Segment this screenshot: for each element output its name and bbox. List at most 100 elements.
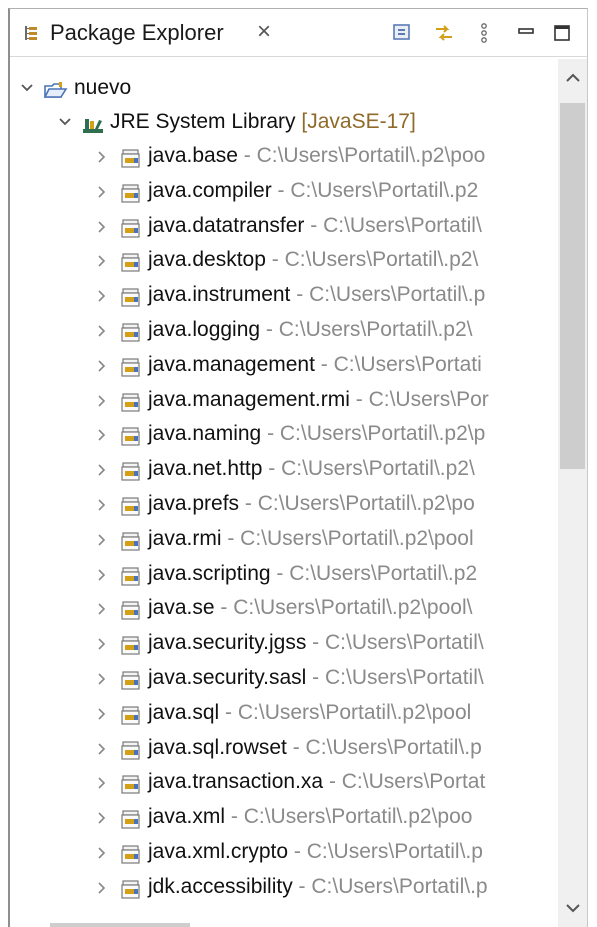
- tree-item-module[interactable]: java.management - C:\Users\Portati: [10, 348, 558, 382]
- chevron-right-icon[interactable]: [94, 696, 110, 730]
- tree-item-module[interactable]: java.sql - C:\Users\Portatil\.p2\pool: [10, 696, 558, 730]
- chevron-right-icon[interactable]: [94, 557, 110, 591]
- tree-item-module[interactable]: java.desktop - C:\Users\Portatil\.p2\: [10, 243, 558, 277]
- jar-module-icon: [120, 738, 142, 760]
- tree-item-module[interactable]: java.transaction.xa - C:\Users\Portat: [10, 765, 558, 799]
- tree-item-module[interactable]: java.se - C:\Users\Portatil\.p2\pool\: [10, 591, 558, 625]
- tree-item-module[interactable]: java.security.sasl - C:\Users\Portatil\: [10, 661, 558, 695]
- chevron-right-icon[interactable]: [94, 870, 110, 904]
- tree-item-module[interactable]: java.logging - C:\Users\Portatil\.p2\: [10, 313, 558, 347]
- view-menu-icon[interactable]: [472, 21, 496, 45]
- module-path: - C:\Users\Portatil\.p2\pool: [221, 526, 474, 550]
- tree-item-label: java.datatransfer - C:\Users\Portatil\: [148, 209, 482, 243]
- module-name: java.xml: [148, 805, 226, 829]
- chevron-down-icon[interactable]: [18, 71, 34, 105]
- tree-item-module[interactable]: java.sql.rowset - C:\Users\Portatil\.p: [10, 731, 558, 765]
- chevron-right-icon[interactable]: [94, 417, 110, 451]
- module-name: java.prefs: [148, 492, 240, 515]
- tree-item-module[interactable]: java.management.rmi - C:\Users\Por: [10, 383, 558, 417]
- tree-item-module[interactable]: java.xml - C:\Users\Portatil\.p2\poo: [10, 800, 558, 834]
- tree-item-module[interactable]: java.base - C:\Users\Portatil\.p2\poo: [10, 139, 558, 173]
- chevron-right-icon[interactable]: [94, 278, 110, 312]
- tree-item-project[interactable]: nuevo: [10, 71, 558, 105]
- chevron-right-icon[interactable]: [94, 209, 110, 243]
- tree-item-label: java.desktop - C:\Users\Portatil\.p2\: [148, 243, 478, 277]
- chevron-right-icon[interactable]: [94, 835, 110, 869]
- tree-item-label: java.naming - C:\Users\Portatil\.p2\p: [148, 417, 485, 451]
- maximize-icon[interactable]: [550, 21, 574, 45]
- tree-item-label: java.base - C:\Users\Portatil\.p2\poo: [148, 139, 485, 173]
- chevron-right-icon[interactable]: [94, 139, 110, 173]
- chevron-right-icon[interactable]: [94, 800, 110, 834]
- module-path: - C:\Users\Por: [349, 387, 489, 411]
- jar-module-icon: [120, 703, 142, 725]
- module-path: - C:\Users\Portatil\.p: [290, 283, 486, 307]
- tree-item-module[interactable]: java.scripting - C:\Users\Portatil\.p2: [10, 557, 558, 591]
- chevron-right-icon[interactable]: [94, 383, 110, 417]
- tree-item-label: java.se - C:\Users\Portatil\.p2\pool\: [148, 591, 472, 625]
- tree-item-label: jdk.accessibility - C:\Users\Portatil\.p: [148, 870, 488, 904]
- jar-module-icon: [120, 424, 142, 446]
- tree-item-label: java.logging - C:\Users\Portatil\.p2\: [148, 313, 472, 347]
- tree-item-label: java.sql - C:\Users\Portatil\.p2\pool: [148, 696, 471, 730]
- chevron-right-icon[interactable]: [94, 174, 110, 208]
- tree-item-jre-library[interactable]: JRE System Library [JavaSE-17]: [10, 105, 558, 139]
- module-name: java.compiler: [148, 178, 272, 202]
- chevron-right-icon[interactable]: [94, 731, 110, 765]
- chevron-right-icon[interactable]: [94, 348, 110, 382]
- jar-module-icon: [120, 564, 142, 586]
- tree-item-label: java.security.sasl - C:\Users\Portatil\: [148, 661, 484, 695]
- tree-item-module[interactable]: java.net.http - C:\Users\Portatil\.p2\: [10, 452, 558, 486]
- project-tree[interactable]: nuevo JRE System Library [JavaSE-17] jav…: [10, 59, 558, 927]
- tree-item-module[interactable]: java.prefs - C:\Users\Portatil\.p2\po: [10, 487, 558, 521]
- collapse-all-icon[interactable]: [390, 21, 414, 45]
- chevron-right-icon[interactable]: [94, 313, 110, 347]
- module-name: java.sql: [148, 700, 220, 724]
- module-path: - C:\Users\Portatil\.p2\: [262, 457, 475, 481]
- vertical-scrollbar[interactable]: [558, 59, 587, 927]
- package-explorer-icon: [24, 25, 38, 41]
- jar-module-icon: [120, 842, 142, 864]
- close-view-button[interactable]: ×: [257, 18, 271, 46]
- tree-item-module[interactable]: java.xml.crypto - C:\Users\Portatil\.p: [10, 835, 558, 869]
- chevron-right-icon[interactable]: [94, 243, 110, 277]
- jar-module-icon: [120, 807, 142, 829]
- module-path: - C:\Users\Portatil\.p2: [271, 178, 479, 202]
- tree-item-module[interactable]: java.naming - C:\Users\Portatil\.p2\p: [10, 417, 558, 451]
- tree-item-module[interactable]: java.instrument - C:\Users\Portatil\.p: [10, 278, 558, 312]
- tree-item-label: java.scripting - C:\Users\Portatil\.p2: [148, 557, 477, 591]
- minimize-icon[interactable]: [514, 21, 538, 45]
- view-title[interactable]: Package Explorer: [50, 20, 224, 46]
- chevron-down-icon[interactable]: [56, 105, 72, 139]
- module-path: - C:\Users\Portatil\.p2\: [260, 318, 473, 341]
- tree-item-label: java.sql.rowset - C:\Users\Portatil\.p: [148, 731, 482, 765]
- scroll-down-arrow-icon[interactable]: [558, 893, 587, 927]
- tree-item-label: java.compiler - C:\Users\Portatil\.p2: [148, 174, 478, 208]
- scroll-up-arrow-icon[interactable]: [558, 59, 587, 93]
- package-explorer-view: Package Explorer × nuevo JRE System Libr…: [8, 8, 588, 927]
- chevron-right-icon[interactable]: [94, 661, 110, 695]
- view-title-bar: Package Explorer ×: [10, 9, 587, 57]
- chevron-right-icon[interactable]: [94, 522, 110, 556]
- chevron-right-icon[interactable]: [94, 487, 110, 521]
- tree-item-module[interactable]: java.rmi - C:\Users\Portatil\.p2\pool: [10, 522, 558, 556]
- scroll-thumb[interactable]: [560, 103, 585, 469]
- module-path: - C:\Users\Portatil\.p2\pool: [219, 700, 472, 724]
- horizontal-scroll-thumb[interactable]: [50, 923, 190, 927]
- module-path: - C:\Users\Portatil\: [304, 213, 482, 237]
- chevron-right-icon[interactable]: [94, 452, 110, 486]
- tree-item-label: java.xml - C:\Users\Portatil\.p2\poo: [148, 800, 472, 834]
- tree-item-module[interactable]: jdk.accessibility - C:\Users\Portatil\.p: [10, 870, 558, 904]
- jar-module-icon: [120, 772, 142, 794]
- module-name: java.rmi: [148, 526, 222, 550]
- chevron-right-icon[interactable]: [94, 591, 110, 625]
- jar-module-icon: [120, 181, 142, 203]
- tree-item-module[interactable]: java.security.jgss - C:\Users\Portatil\: [10, 626, 558, 660]
- module-name: java.logging: [148, 318, 261, 341]
- tree-item-module[interactable]: java.datatransfer - C:\Users\Portatil\: [10, 209, 558, 243]
- link-with-editor-icon[interactable]: [432, 21, 456, 45]
- tree-item-module[interactable]: java.compiler - C:\Users\Portatil\.p2: [10, 174, 558, 208]
- module-path: - C:\Users\Portat: [323, 770, 486, 794]
- chevron-right-icon[interactable]: [94, 765, 110, 799]
- chevron-right-icon[interactable]: [94, 626, 110, 660]
